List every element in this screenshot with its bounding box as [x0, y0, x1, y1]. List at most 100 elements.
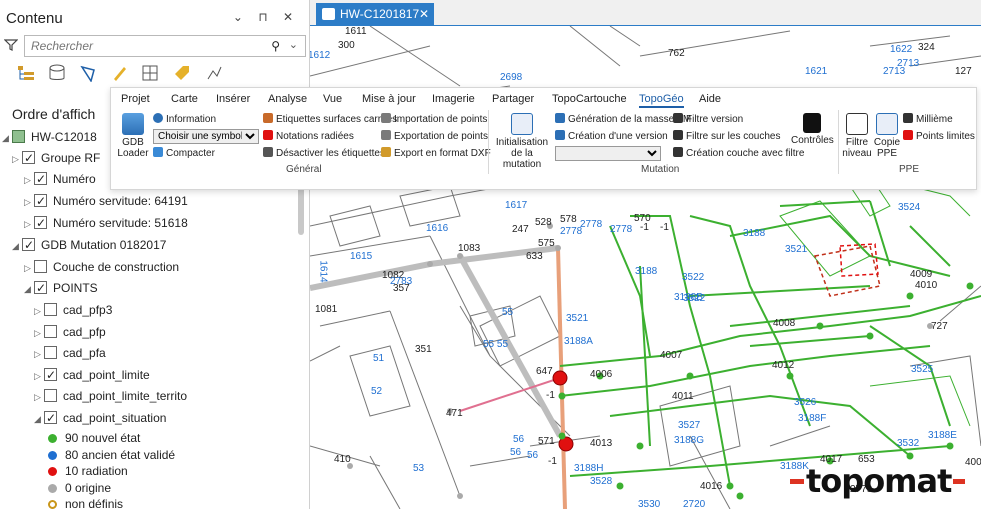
- dxf-icon: [381, 147, 391, 157]
- expand-toggle-icon[interactable]: ▷: [34, 387, 44, 408]
- creation-version-button[interactable]: Création d'une version: [555, 130, 668, 143]
- charts-icon[interactable]: [204, 64, 224, 82]
- exportation-points-button[interactable]: Exportation de points: [381, 130, 488, 143]
- layer-row[interactable]: ▷ cad_point_limite_territo: [34, 386, 187, 407]
- pane-controls[interactable]: ⌄ ⊓ ✕: [233, 10, 299, 24]
- layer-checkbox[interactable]: [44, 365, 57, 386]
- desactiver-etiquettes-button[interactable]: Désactiver les étiquettes: [263, 147, 385, 160]
- etiquettes-surfaces-button[interactable]: Etiquettes surfaces carrées: [263, 113, 397, 126]
- ribbon-tab[interactable]: Projet: [121, 93, 150, 105]
- parcel-point-label: -1: [548, 456, 557, 467]
- ribbon-tab[interactable]: Imagerie: [432, 93, 475, 105]
- layer-row[interactable]: ▷ cad_pfp: [34, 322, 106, 343]
- information-button[interactable]: Information: [153, 113, 216, 126]
- controles-button[interactable]: Contrôles: [791, 113, 834, 146]
- expand-toggle-icon[interactable]: ◢: [12, 236, 22, 257]
- layer-checkbox[interactable]: [44, 389, 57, 402]
- generation-masse-button[interactable]: Génération de la masse TM: [555, 113, 691, 126]
- layer-row[interactable]: ◢ POINTS: [24, 278, 98, 299]
- layer-row[interactable]: ▷ Numéro: [24, 169, 96, 190]
- ribbon-tab[interactable]: Mise à jour: [362, 93, 416, 105]
- expand-toggle-icon[interactable]: ▷: [34, 366, 44, 387]
- creation-couche-filtre-button[interactable]: Création couche avec filtre: [673, 147, 804, 160]
- layer-row[interactable]: ◢ GDB Mutation 0182017: [12, 235, 166, 256]
- layer-row[interactable]: ▷ cad_point_limite: [34, 365, 150, 386]
- search-icon[interactable]: ⚲: [271, 39, 280, 53]
- copie-ppe-button[interactable]: Copie PPE: [873, 113, 901, 159]
- layer-row[interactable]: ▷ cad_pfa: [34, 343, 106, 364]
- notations-radiees-button[interactable]: Notations radiées: [263, 130, 354, 143]
- gdb-loader-button[interactable]: GDB Loader: [115, 113, 151, 159]
- layer-checkbox[interactable]: [44, 325, 57, 338]
- parcel-point-label: 578: [560, 214, 577, 225]
- layer-checkbox[interactable]: [44, 346, 57, 359]
- layer-row[interactable]: ◢ HW-C12018: [2, 127, 97, 148]
- importation-points-button[interactable]: Importation de points: [381, 113, 487, 126]
- expand-toggle-icon[interactable]: ▷: [12, 149, 22, 170]
- layer-row[interactable]: ▷ Couche de construction: [24, 257, 179, 278]
- filtre-version-button[interactable]: Filtre version: [673, 113, 743, 126]
- data-source-icon[interactable]: [47, 64, 67, 82]
- layer-checkbox[interactable]: [22, 235, 35, 256]
- selection-icon[interactable]: [79, 64, 99, 83]
- parcel-point-label: 4013: [590, 438, 613, 449]
- layer-checkbox[interactable]: [34, 213, 47, 234]
- exportation-points-label: Exportation de points: [394, 131, 488, 142]
- layer-row[interactable]: ▷ Numéro servitude: 64191: [24, 191, 188, 212]
- expand-toggle-icon[interactable]: ▷: [34, 323, 44, 344]
- layer-checkbox[interactable]: [34, 169, 47, 190]
- filtre-niveau-button[interactable]: Filtre niveau: [841, 113, 873, 159]
- export-dxf-button[interactable]: Export en format DXF: [381, 147, 491, 160]
- expand-toggle-icon[interactable]: ▷: [34, 344, 44, 365]
- parcel-number-label: 3525: [911, 364, 934, 375]
- parcel-number-label: 3188B: [674, 292, 703, 303]
- ribbon-tab[interactable]: Aide: [699, 93, 721, 105]
- logo-text: topomat: [806, 462, 952, 500]
- ribbon-tab[interactable]: Carte: [171, 93, 198, 105]
- ribbon-tab[interactable]: Partager: [492, 93, 534, 105]
- millieme-label: Millième: [916, 114, 953, 125]
- expand-toggle-icon[interactable]: ▷: [24, 258, 34, 279]
- ribbon-tab[interactable]: Insérer: [216, 93, 250, 105]
- tab-map[interactable]: HW-C1201817 ✕: [316, 3, 434, 26]
- editing-icon[interactable]: [110, 64, 130, 82]
- ribbon-tab[interactable]: Analyse: [268, 93, 307, 105]
- ribbon-tab[interactable]: TopoCartouche: [552, 93, 627, 105]
- layer-checkbox[interactable]: [34, 260, 47, 273]
- version-select[interactable]: [555, 146, 661, 161]
- expand-toggle-icon[interactable]: ▷: [34, 301, 44, 322]
- initialisation-mutation-button[interactable]: Initialisation de la mutation: [491, 113, 553, 170]
- millieme-button[interactable]: Millième: [903, 113, 953, 126]
- layer-checkbox[interactable]: [22, 148, 35, 169]
- layer-checkbox[interactable]: [44, 408, 57, 429]
- expand-toggle-icon[interactable]: ▷: [24, 192, 34, 213]
- filter-icon[interactable]: [4, 38, 18, 52]
- expand-toggle-icon[interactable]: ◢: [2, 128, 12, 149]
- symbology-select[interactable]: Choisir une symbologie.: [153, 129, 259, 144]
- ribbon-tab[interactable]: Vue: [323, 93, 342, 105]
- dashed-outline-2: [839, 243, 879, 277]
- ribbon-tab[interactable]: TopoGéo: [639, 93, 684, 108]
- layer-row[interactable]: ▷ Groupe RF: [12, 148, 100, 169]
- close-icon[interactable]: ✕: [419, 3, 429, 25]
- layer-row[interactable]: ▷ cad_pfp3: [34, 300, 112, 321]
- search-input[interactable]: [24, 35, 306, 57]
- labeling-icon[interactable]: [173, 64, 193, 82]
- expand-toggle-icon[interactable]: ▷: [24, 170, 34, 191]
- layer-row[interactable]: ▷ Numéro servitude: 51618: [24, 213, 188, 234]
- filtre-couches-button[interactable]: Filtre sur les couches: [673, 130, 780, 143]
- chevron-down-icon[interactable]: ⌄: [289, 38, 298, 51]
- expand-toggle-icon[interactable]: ▷: [24, 214, 34, 235]
- layer-checkbox[interactable]: [44, 303, 57, 316]
- layer-label: Numéro servitude: 51618: [53, 216, 188, 230]
- snapping-icon[interactable]: [141, 64, 161, 82]
- expand-toggle-icon[interactable]: ◢: [34, 409, 44, 430]
- drawing-order-icon[interactable]: [16, 64, 36, 82]
- layer-row[interactable]: ◢ cad_point_situation: [34, 408, 166, 429]
- parcel-number-label: 2720: [683, 499, 706, 509]
- layer-checkbox[interactable]: [34, 191, 47, 212]
- points-limites-button[interactable]: Points limites: [903, 130, 975, 143]
- compacter-button[interactable]: Compacter: [153, 147, 215, 160]
- layer-checkbox[interactable]: [34, 278, 47, 299]
- expand-toggle-icon[interactable]: ◢: [24, 279, 34, 300]
